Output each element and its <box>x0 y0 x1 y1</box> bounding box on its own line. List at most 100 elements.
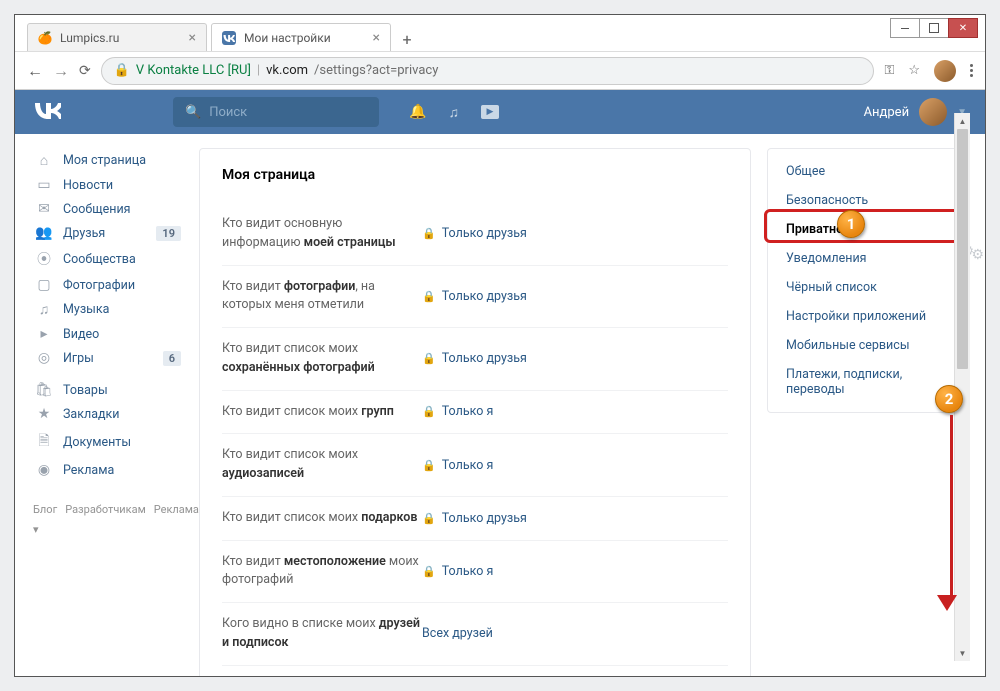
reload-button[interactable]: ⟳ <box>79 63 91 79</box>
sidebar-item[interactable]: ♫Музыка <box>33 297 183 322</box>
menu-icon[interactable] <box>970 64 973 77</box>
sidebar-item[interactable]: ⌂Моя страница <box>33 148 183 173</box>
vk-page: 🔍 Поиск 🔔 ♫ ▶ Андрей ▼ ⌂Моя страница ▭ Нов… <box>15 90 985 676</box>
tab-close-icon[interactable]: × <box>373 30 380 46</box>
privacy-value[interactable]: 🔒Только друзья <box>422 278 527 316</box>
back-button[interactable]: ← <box>27 61 43 81</box>
user-avatar <box>919 98 947 126</box>
privacy-value[interactable]: 🔒Только друзья <box>422 215 527 253</box>
bookmark-star-icon[interactable]: ☆ <box>908 63 920 78</box>
privacy-row: Кто видит местоположение моих фотографий… <box>222 540 728 603</box>
sidebar-item[interactable]: ★ Закладки <box>33 402 183 426</box>
sidebar-item[interactable]: 🗎Документы <box>33 426 183 458</box>
nav-icon: ◎ <box>35 350 53 366</box>
nav-icon: ▢ <box>35 277 53 293</box>
notifications-icon[interactable]: 🔔 <box>409 104 426 120</box>
nav-label: Новости <box>63 178 113 193</box>
url-row: ← → ⟳ 🔒 V Kontakte LLC [RU] | vk.com/set… <box>15 51 985 89</box>
nav-label: Моя страница <box>63 153 146 168</box>
url-bar[interactable]: 🔒 V Kontakte LLC [RU] | vk.com/settings?… <box>101 57 875 85</box>
sidebar-item[interactable]: 🛍Товары <box>33 378 183 402</box>
tab-favicon <box>222 31 236 45</box>
footer-link[interactable]: Реклама <box>154 503 199 516</box>
tab-close-icon[interactable]: × <box>189 30 196 46</box>
nav-icon: ★ <box>35 406 53 422</box>
footer-link[interactable]: Разработчикам <box>65 503 146 516</box>
scroll-up-button[interactable]: ▲ <box>955 113 970 129</box>
music-icon[interactable]: ♫ <box>448 104 459 121</box>
search-input[interactable]: 🔍 Поиск <box>173 97 379 127</box>
settings-nav-item[interactable]: Настройки приложений <box>768 302 966 331</box>
sidebar-item[interactable]: ⦿ Сообщества <box>33 245 183 273</box>
lock-icon: 🔒 <box>422 565 436 578</box>
privacy-label: Кто видит основную информацию моей стран… <box>222 215 422 253</box>
sidebar-item[interactable]: ▭ Новости <box>33 173 183 197</box>
scroll-down-button[interactable]: ▼ <box>955 645 970 661</box>
privacy-value[interactable]: 🔒Только друзья <box>422 340 527 378</box>
user-menu[interactable]: Андрей ▼ <box>864 98 967 126</box>
browser-tab[interactable]: 🍊Lumpics.ru× <box>27 23 207 51</box>
close-button[interactable]: ✕ <box>948 18 978 38</box>
left-sidebar: ⌂Моя страница ▭ Новости ✉Сообщения👥Друзья19… <box>33 148 183 676</box>
profile-avatar[interactable] <box>934 60 956 82</box>
annotation-marker-2: 2 <box>935 385 963 413</box>
privacy-label: Кто видит список моих сохранённых фотогр… <box>222 340 422 378</box>
key-icon[interactable]: ⚿ <box>884 63 894 78</box>
play-icon[interactable]: ▶ <box>481 105 499 119</box>
nav-icon: 👥 <box>35 225 53 241</box>
privacy-label: Кто видит список моих групп <box>222 403 422 422</box>
privacy-value[interactable]: 🔒Только друзья <box>422 509 527 528</box>
nav-label: Сообщества <box>63 252 136 267</box>
gear-icon[interactable]: ⚙ <box>971 247 984 263</box>
scrollbar-thumb[interactable] <box>957 129 968 369</box>
nav-footer: БлогРазработчикамРекламаЕщё ▾ <box>33 500 183 540</box>
settings-nav-item[interactable]: Общее <box>768 157 966 186</box>
settings-nav-item[interactable]: Чёрный список <box>768 273 966 302</box>
url-host: vk.com <box>266 63 308 78</box>
nav-label: Видео <box>63 327 99 342</box>
sidebar-item[interactable]: ◎Игры6 <box>33 346 183 370</box>
privacy-label: Кого видно в списке моих друзей и подпис… <box>222 615 422 653</box>
nav-badge: 19 <box>156 226 181 241</box>
settings-nav-item[interactable]: Безопасность <box>768 186 966 215</box>
lock-icon: 🔒 <box>422 459 436 472</box>
minimize-button[interactable] <box>890 18 920 38</box>
nav-icon: ▭ <box>35 177 53 193</box>
search-icon: 🔍 <box>185 105 201 120</box>
privacy-row: Кто видит моих скрытых друзей <box>222 665 728 677</box>
vk-logo[interactable] <box>33 100 173 124</box>
nav-label: Закладки <box>63 407 120 422</box>
window-controls: ✕ <box>891 18 978 38</box>
privacy-row: Кто видит фотографии, на которых меня от… <box>222 265 728 328</box>
nav-label: Реклама <box>63 463 114 478</box>
nav-badge: 6 <box>163 351 181 366</box>
sidebar-item[interactable]: 👥Друзья19 <box>33 221 183 245</box>
new-tab-button[interactable]: + <box>395 27 419 51</box>
privacy-value[interactable]: 🔒Только я <box>422 553 493 591</box>
settings-nav-item[interactable]: Приватность <box>768 215 966 244</box>
nav-label: Фотографии <box>63 278 135 293</box>
footer-link[interactable]: Блог <box>33 503 57 516</box>
privacy-value[interactable]: 🔒Только я <box>422 446 493 484</box>
privacy-row: Кто видит список моих сохранённых фотогр… <box>222 327 728 390</box>
nav-label: Музыка <box>63 302 109 317</box>
lock-icon: 🔒 <box>422 512 436 525</box>
browser-tab[interactable]: Мои настройки× <box>211 23 391 51</box>
privacy-value[interactable]: 🔒Только я <box>422 403 493 422</box>
sidebar-item[interactable]: ▢ Фотографии <box>33 273 183 297</box>
username: Андрей <box>864 105 910 120</box>
sidebar-item[interactable]: ✉Сообщения <box>33 197 183 221</box>
nav-icon: ⦿ <box>35 249 53 269</box>
settings-nav-item[interactable]: Мобильные сервисы <box>768 331 966 360</box>
settings-nav-item[interactable]: Уведомления <box>768 244 966 273</box>
privacy-label: Кто видит местоположение моих фотографий <box>222 553 422 591</box>
forward-button[interactable]: → <box>53 61 69 81</box>
browser-chrome: 🍊Lumpics.ru×Мои настройки×+ ← → ⟳ 🔒 V Ko… <box>15 15 985 90</box>
sidebar-item[interactable]: ▸Видео <box>33 322 183 346</box>
privacy-value[interactable]: Всех друзей <box>422 615 493 653</box>
sidebar-item[interactable]: ◉Реклама <box>33 458 183 482</box>
settings-panel: Моя страница Кто видит основную информац… <box>199 148 751 676</box>
maximize-button[interactable] <box>919 18 949 38</box>
url-path: /settings?act=privacy <box>314 63 438 78</box>
lock-icon: 🔒 <box>114 63 130 78</box>
